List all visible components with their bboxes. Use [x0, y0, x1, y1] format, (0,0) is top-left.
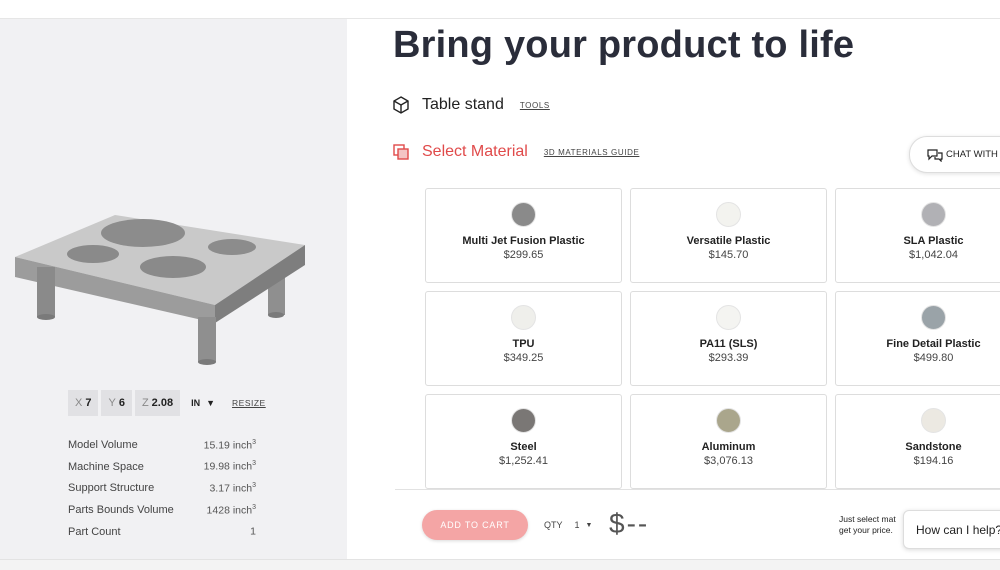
- material-name: Aluminum: [701, 441, 756, 453]
- chat-button[interactable]: CHAT WITH: [909, 136, 1000, 173]
- material-name: Sandstone: [905, 441, 962, 453]
- product-name: Table stand: [422, 96, 504, 113]
- material-price: $1,042.04: [909, 249, 958, 261]
- select-material-label: Select Material: [422, 143, 528, 160]
- material-swatch: [921, 305, 946, 330]
- material-name: Steel: [510, 441, 537, 453]
- page-title: Bring your product to life: [393, 24, 855, 66]
- spec-value: 15.19 inch3: [203, 438, 256, 452]
- spec-value: 1: [250, 525, 256, 538]
- material-swatch: [511, 202, 536, 227]
- tools-link[interactable]: TOOLS: [520, 101, 550, 110]
- caret-down-icon: ▼: [206, 398, 216, 408]
- material-price: $299.65: [503, 249, 544, 261]
- spec-row: Support Structure 3.17 inch3: [68, 477, 256, 499]
- material-price: $1,252.41: [499, 455, 548, 467]
- material-price: $293.39: [708, 352, 749, 364]
- material-card[interactable]: Fine Detail Plastic $499.80: [835, 291, 1000, 386]
- chat-button-label: CHAT WITH: [946, 149, 998, 160]
- material-name: Multi Jet Fusion Plastic: [462, 235, 585, 247]
- material-card[interactable]: Steel $1,252.41: [425, 394, 622, 489]
- quantity-select[interactable]: QTY 1 ▼: [544, 520, 592, 530]
- material-name: Fine Detail Plastic: [886, 338, 981, 350]
- spec-value: 1428 inch3: [206, 503, 256, 517]
- dim-y-label: Y: [108, 397, 116, 409]
- material-card[interactable]: Aluminum $3,076.13: [630, 394, 827, 489]
- spec-row: Parts Bounds Volume 1428 inch3: [68, 499, 256, 521]
- dim-x-label: X: [75, 397, 83, 409]
- dim-y-value: 6: [118, 397, 125, 409]
- spec-value: 3.17 inch3: [209, 481, 256, 495]
- top-bar: [0, 0, 1000, 19]
- material-swatch: [921, 202, 946, 227]
- material-name: PA11 (SLS): [699, 338, 758, 350]
- model-viewer-panel[interactable]: X 7 Y 6 Z 2.08 IN ▼ RESIZE Model Volume …: [0, 19, 347, 559]
- qty-label: QTY: [544, 520, 563, 530]
- dim-z-field[interactable]: Z 2.08: [134, 390, 181, 416]
- material-swatch: [716, 408, 741, 433]
- materials-guide-link[interactable]: 3D MATERIALS GUIDE: [544, 148, 640, 157]
- add-to-cart-button[interactable]: ADD TO CART: [422, 510, 528, 540]
- dim-x-field[interactable]: X 7: [68, 390, 99, 416]
- material-name: TPU: [512, 338, 535, 350]
- spec-label: Support Structure: [68, 482, 155, 495]
- spec-value: 19.98 inch3: [203, 460, 256, 473]
- material-price: $3,076.13: [704, 455, 753, 467]
- caret-down-icon: ▼: [585, 521, 593, 529]
- dimensions-bar: X 7 Y 6 Z 2.08 IN ▼ RESIZE: [68, 390, 266, 416]
- resize-link[interactable]: RESIZE: [232, 398, 266, 408]
- material-card[interactable]: SLA Plastic $1,042.04: [835, 188, 1000, 283]
- model-specs: Model Volume 15.19 inch3 Machine Space 1…: [68, 434, 256, 542]
- material-price: $499.80: [913, 352, 954, 364]
- spec-row: Model Volume 15.19 inch3: [68, 434, 256, 456]
- dim-z-value: 2.08: [151, 397, 174, 409]
- material-icon: [393, 144, 409, 160]
- material-card[interactable]: Versatile Plastic $145.70: [630, 188, 827, 283]
- material-price: $194.16: [913, 455, 954, 467]
- product-row: Table stand TOOLS: [392, 96, 550, 114]
- material-swatch: [716, 305, 741, 330]
- dim-z-label: Z: [141, 397, 149, 409]
- spec-label: Machine Space: [68, 460, 144, 473]
- dim-y-field[interactable]: Y 6: [101, 390, 132, 416]
- material-name: SLA Plastic: [903, 235, 964, 247]
- material-name: Versatile Plastic: [686, 235, 771, 247]
- material-section-header: Select Material 3D MATERIALS GUIDE: [392, 143, 639, 161]
- unit-value: IN: [191, 398, 201, 408]
- material-card[interactable]: Sandstone $194.16: [835, 394, 1000, 489]
- box-icon: [393, 96, 409, 114]
- material-swatch: [511, 305, 536, 330]
- spec-label: Model Volume: [68, 438, 138, 451]
- material-swatch: [511, 408, 536, 433]
- help-widget[interactable]: How can I help?: [903, 510, 1000, 549]
- model-preview[interactable]: [10, 197, 310, 372]
- material-card[interactable]: TPU $349.25: [425, 291, 622, 386]
- chat-icon: [927, 148, 943, 162]
- price-hint: Just select mat get your price.: [839, 514, 896, 535]
- material-swatch: [716, 202, 741, 227]
- unit-select[interactable]: IN ▼: [191, 398, 215, 408]
- spec-label: Part Count: [68, 525, 121, 538]
- material-price: $349.25: [503, 352, 544, 364]
- total-price: $--: [609, 508, 650, 539]
- material-price: $145.70: [708, 249, 749, 261]
- spec-row: Part Count 1: [68, 521, 256, 543]
- material-card[interactable]: Multi Jet Fusion Plastic $299.65: [425, 188, 622, 283]
- dim-x-value: 7: [85, 397, 92, 409]
- material-card[interactable]: PA11 (SLS) $293.39: [630, 291, 827, 386]
- bottom-bar: [0, 559, 1000, 570]
- spec-row: Machine Space 19.98 inch3: [68, 456, 256, 478]
- checkout-footer: ADD TO CART QTY 1 ▼ $-- Just select mat …: [395, 489, 1000, 559]
- material-swatch: [921, 408, 946, 433]
- spec-label: Parts Bounds Volume: [68, 503, 174, 516]
- qty-value: 1: [574, 520, 580, 530]
